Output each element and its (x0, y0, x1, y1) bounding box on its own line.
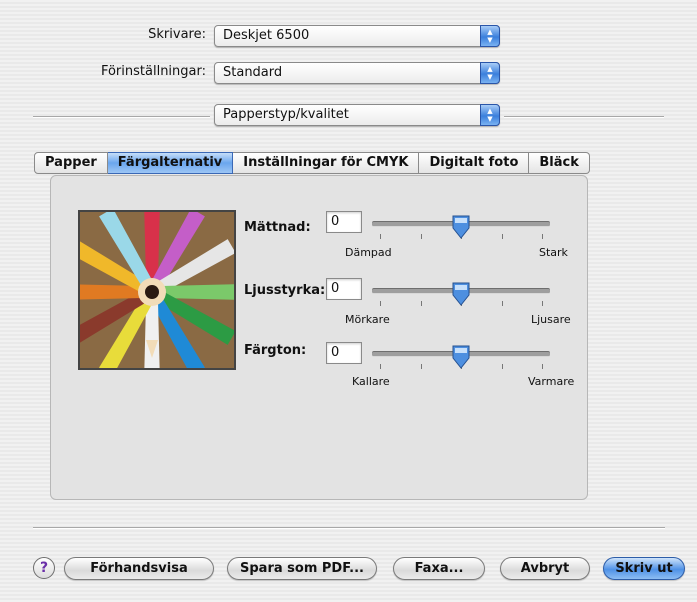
presets-popup[interactable]: Standard ▲ ▼ (214, 62, 500, 84)
hue-min-label: Kallare (352, 375, 390, 388)
print-button[interactable]: Skriv ut (603, 557, 685, 580)
tab-papper[interactable]: Papper (34, 152, 108, 174)
presets-label: Förinställningar: (100, 64, 206, 79)
up-down-arrows-icon: ▲ ▼ (480, 25, 500, 47)
up-down-arrows-icon: ▲ ▼ (480, 62, 500, 84)
cancel-button[interactable]: Avbryt (500, 557, 590, 580)
printer-value: Deskjet 6500 (223, 28, 310, 43)
slider-thumb-icon[interactable] (451, 344, 471, 370)
hue-label: Färgton: (244, 343, 307, 358)
presets-value: Standard (223, 65, 283, 80)
saturation-max-label: Stark (539, 246, 568, 259)
hue-max-label: Varmare (528, 375, 575, 388)
tick (542, 234, 543, 239)
tick (542, 364, 543, 369)
hue-field[interactable]: 0 (326, 342, 362, 364)
tab-black[interactable]: Bläck (529, 152, 590, 174)
brightness-field[interactable]: 0 (326, 278, 362, 300)
color-preview-image (78, 210, 236, 370)
panel-popup[interactable]: Papperstyp/kvalitet ▲ ▼ (214, 104, 500, 126)
tick (380, 301, 381, 306)
tick (380, 364, 381, 369)
tick (421, 364, 422, 369)
saturation-min-label: Dämpad (345, 246, 392, 259)
tick (542, 301, 543, 306)
bottom-separator (33, 527, 665, 529)
tick (502, 301, 503, 306)
separator-left (33, 116, 210, 118)
tab-cmyk[interactable]: Inställningar för CMYK (233, 152, 420, 174)
tab-fargalternativ[interactable]: Färgalternativ (107, 152, 234, 174)
tab-bar: Papper Färgalternativ Inställningar för … (34, 152, 590, 176)
tab-digitalt-foto[interactable]: Digitalt foto (419, 152, 530, 174)
save-pdf-button[interactable]: Spara som PDF... (227, 557, 377, 580)
preview-button[interactable]: Förhandsvisa (64, 557, 214, 580)
slider-thumb-icon[interactable] (451, 281, 471, 307)
saturation-field[interactable]: 0 (326, 211, 362, 233)
tick (502, 234, 503, 239)
separator-right (504, 116, 664, 118)
panel-value: Papperstyp/kvalitet (223, 107, 349, 122)
tick (421, 301, 422, 306)
brightness-min-label: Mörkare (345, 313, 390, 326)
saturation-label: Mättnad: (244, 220, 311, 235)
help-icon[interactable]: ? (33, 557, 55, 579)
tick (380, 234, 381, 239)
printer-label: Skrivare: (148, 27, 206, 42)
fax-button[interactable]: Faxa... (393, 557, 485, 580)
slider-thumb-icon[interactable] (451, 214, 471, 240)
tick (502, 364, 503, 369)
printer-popup[interactable]: Deskjet 6500 ▲ ▼ (214, 25, 500, 47)
up-down-arrows-icon: ▲ ▼ (480, 104, 500, 126)
brightness-max-label: Ljusare (531, 313, 571, 326)
tick (421, 234, 422, 239)
brightness-label: Ljusstyrka: (244, 283, 326, 298)
